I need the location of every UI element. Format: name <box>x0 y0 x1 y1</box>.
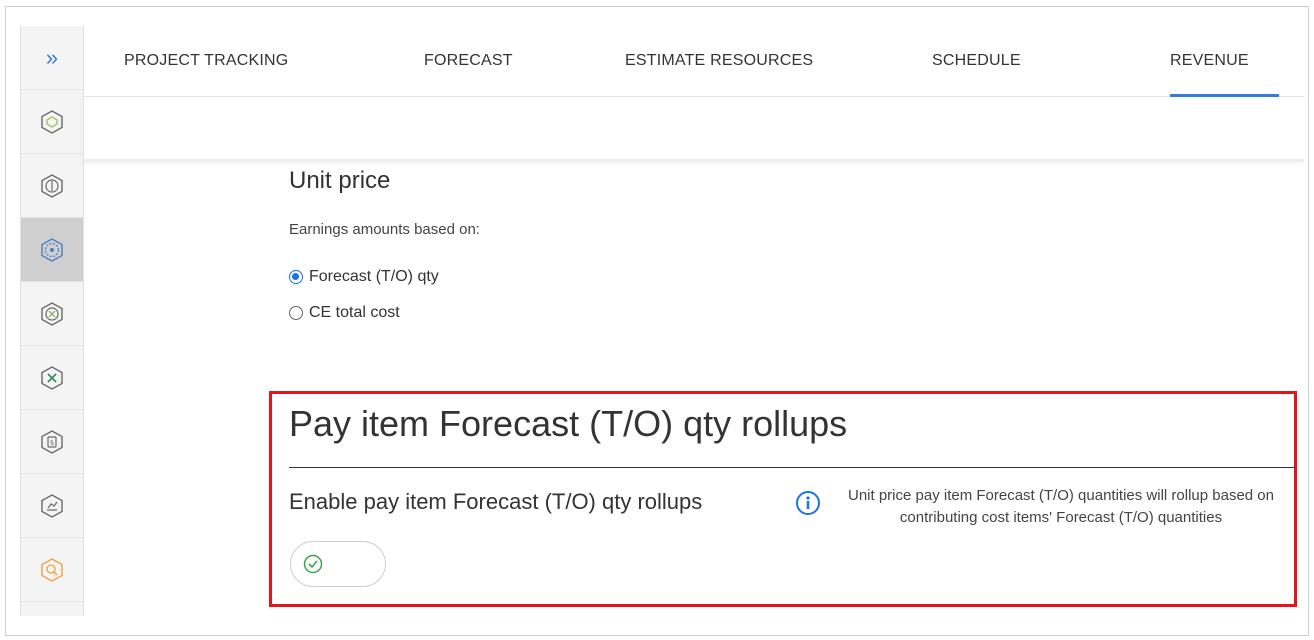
resources-icon <box>41 301 63 326</box>
tracking-icon <box>41 173 63 198</box>
radio-label: CE total cost <box>309 304 400 321</box>
earnings-label: Earnings amounts based on: <box>289 221 480 238</box>
check-circle-icon <box>303 554 323 574</box>
radio-button-checked[interactable] <box>289 270 303 284</box>
rail-item-schedule[interactable] <box>21 346 83 410</box>
rail-item-revenue[interactable]: $ <box>21 410 83 474</box>
svg-text:$: $ <box>50 439 54 447</box>
enable-rollups-label: Enable pay item Forecast (T/O) qty rollu… <box>289 489 703 514</box>
rail-item-search[interactable] <box>21 538 83 602</box>
schedule-icon <box>41 365 63 390</box>
analysis-icon <box>41 493 63 518</box>
expand-sidebar-button[interactable]: » <box>21 26 83 90</box>
radio-forecast-qty[interactable]: Forecast (T/O) qty <box>289 268 439 286</box>
module-icon <box>41 109 63 134</box>
tab-revenue[interactable]: REVENUE <box>1170 26 1279 97</box>
radio-label: Forecast (T/O) qty <box>309 268 439 285</box>
unit-price-heading: Unit price <box>289 167 391 194</box>
tab-project-tracking[interactable]: PROJECT TRACKING <box>124 26 288 96</box>
rollups-toggle[interactable] <box>290 541 386 587</box>
tab-estimate-resources[interactable]: ESTIMATE RESOURCES <box>625 26 813 96</box>
tab-forecast[interactable]: FORECAST <box>424 26 513 96</box>
double-chevron-right-icon: » <box>45 44 59 70</box>
radio-ce-total-cost[interactable]: CE total cost <box>289 304 400 322</box>
section-divider <box>289 467 1295 468</box>
sub-toolbar <box>82 97 1304 161</box>
rail-item-resources[interactable] <box>21 282 83 346</box>
search-module-icon <box>41 557 63 582</box>
sidebar-rail: » $ <box>20 26 84 616</box>
rail-item-module[interactable] <box>21 90 83 154</box>
rail-item-analysis[interactable] <box>21 474 83 538</box>
radio-button-unchecked[interactable] <box>289 306 303 320</box>
rail-item-tracking[interactable] <box>21 154 83 218</box>
tab-bar: PROJECT TRACKING FORECAST ESTIMATE RESOU… <box>82 26 1304 97</box>
tab-schedule[interactable]: SCHEDULE <box>932 26 1021 96</box>
revenue-icon: $ <box>41 429 63 454</box>
rail-item-forecast[interactable] <box>21 218 83 282</box>
rollups-heading: Pay item Forecast (T/O) qty rollups <box>289 403 848 444</box>
forecast-icon <box>41 237 63 262</box>
info-icon[interactable] <box>795 490 821 516</box>
rollups-description: Unit price pay item Forecast (T/O) quant… <box>847 487 1274 526</box>
